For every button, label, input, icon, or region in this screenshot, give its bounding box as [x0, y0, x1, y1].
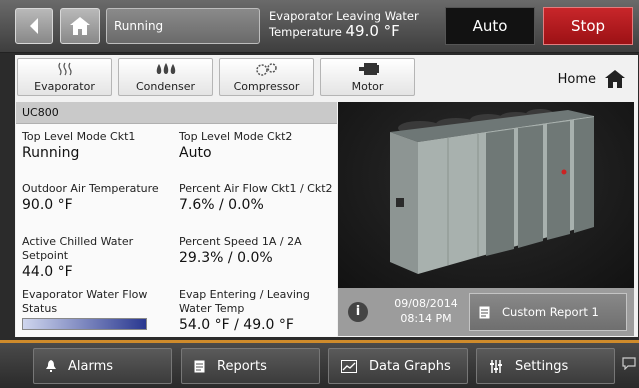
- bottom-nav-bar: Alarms Reports Data Graphs Settings: [0, 340, 639, 388]
- home-link[interactable]: Home: [558, 69, 626, 89]
- back-button[interactable]: [15, 8, 53, 44]
- home-icon: [70, 17, 90, 35]
- tab-evaporator-label: Evaporator: [34, 79, 95, 93]
- alarms-label: Alarms: [68, 358, 114, 374]
- home-icon: [605, 70, 625, 88]
- flow-status-bar: [22, 318, 147, 330]
- reports-label: Reports: [217, 358, 267, 374]
- percent-speed-value: 29.3% / 0.0%: [179, 250, 273, 266]
- outdoor-air-temp: Outdoor Air Temperature 90.0 °F: [22, 182, 159, 214]
- unit-status-field: Running: [106, 8, 260, 44]
- mode-ckt2: Top Level Mode Ckt2 Auto: [179, 130, 292, 162]
- setpoint-value: 44.0 °F: [22, 264, 73, 280]
- tab-evaporator[interactable]: Evaporator: [17, 58, 112, 96]
- evap-temp-label-line1: Evap Entering / Leaving: [179, 288, 310, 301]
- mode-ckt1-value: Running: [22, 145, 80, 161]
- setpoint-label-line2: Setpoint: [22, 249, 69, 262]
- droplets-icon: [155, 62, 177, 78]
- tab-condenser[interactable]: Condenser: [118, 58, 213, 96]
- line-graph-icon: [341, 359, 357, 373]
- settings-label: Settings: [515, 358, 569, 374]
- evap-temp-label: Temperature: [269, 25, 342, 39]
- chiller-unit-graphic: [390, 109, 594, 274]
- evap-water-flow: Evaporator Water Flow Status: [22, 288, 147, 316]
- date-text: 09/08/2014: [394, 297, 458, 310]
- setpoint-label-line1: Active Chilled Water: [22, 235, 134, 248]
- data-graphs-button[interactable]: Data Graphs: [328, 348, 468, 384]
- evap-temp-label-line2: Water Temp: [179, 302, 245, 315]
- tab-compressor[interactable]: Compressor: [219, 58, 314, 96]
- heat-waves-icon: [57, 62, 73, 78]
- mode-ckt2-value: Auto: [179, 145, 212, 161]
- settings-sliders-icon: [490, 359, 502, 373]
- evaporator-leaving-water-readout: Evaporator Leaving Water Temperature 49.…: [269, 9, 439, 40]
- chat-bubble-icon[interactable]: [622, 357, 636, 374]
- date-time: 09/08/2014 08:14 PM: [376, 296, 476, 326]
- percent-speed-label: Percent Speed 1A / 2A: [179, 235, 302, 248]
- tab-motor-label: Motor: [351, 79, 384, 93]
- motor-icon: [356, 62, 380, 78]
- flow-label-line2: Status: [22, 302, 58, 315]
- air-flow-value: 7.6% / 0.0%: [179, 197, 264, 213]
- bell-icon: [46, 360, 56, 372]
- chilled-water-setpoint: Active Chilled Water Setpoint 44.0 °F: [22, 235, 133, 281]
- tab-motor[interactable]: Motor: [320, 58, 415, 96]
- unit-status-text: Running: [114, 19, 164, 33]
- info-icon[interactable]: i: [348, 302, 368, 322]
- home-link-label: Home: [557, 71, 596, 87]
- time-text: 08:14 PM: [400, 312, 452, 325]
- back-arrow-icon: [30, 18, 38, 34]
- stop-button[interactable]: Stop: [543, 7, 633, 45]
- report-document-icon: [479, 306, 490, 318]
- tab-compressor-label: Compressor: [233, 79, 300, 93]
- controller-header: UC800: [16, 102, 337, 124]
- mode-ckt1-label: Top Level Mode Ckt1: [22, 130, 136, 143]
- status-panel: Top Level Mode Ckt1 Running Top Level Mo…: [16, 124, 337, 337]
- alarms-button[interactable]: Alarms: [33, 348, 172, 384]
- settings-button[interactable]: Settings: [476, 348, 615, 384]
- mode-ckt2-label: Top Level Mode Ckt2: [179, 130, 293, 143]
- evap-temp-value: 49.0 °F: [345, 22, 400, 40]
- evap-water-temp: Evap Entering / Leaving Water Temp 54.0 …: [179, 288, 310, 334]
- top-bar: Running Evaporator Leaving Water Tempera…: [0, 0, 639, 53]
- info-bar: i 09/08/2014 08:14 PM Custom Report 1: [338, 288, 634, 336]
- percent-speed: Percent Speed 1A / 2A 29.3% / 0.0%: [179, 235, 302, 267]
- air-flow-label: Percent Air Flow Ckt1 / Ckt2: [179, 182, 333, 195]
- outdoor-air-temp-value: 90.0 °F: [22, 197, 73, 213]
- tab-condenser-label: Condenser: [135, 79, 196, 93]
- chiller-image: [338, 102, 634, 288]
- air-flow: Percent Air Flow Ckt1 / Ckt2 7.6% / 0.0%: [179, 182, 333, 214]
- evap-water-temp-value: 54.0 °F / 49.0 °F: [179, 317, 294, 333]
- data-graphs-label: Data Graphs: [369, 358, 451, 374]
- mode-ckt1: Top Level Mode Ckt1 Running: [22, 130, 135, 162]
- reports-button[interactable]: Reports: [181, 348, 320, 384]
- report-document-icon: [194, 360, 205, 372]
- auto-button[interactable]: Auto: [445, 7, 535, 45]
- custom-report-label: Custom Report 1: [502, 305, 599, 319]
- gears-icon: [254, 62, 280, 78]
- outdoor-air-temp-label: Outdoor Air Temperature: [22, 182, 159, 195]
- custom-report-button[interactable]: Custom Report 1: [469, 293, 627, 331]
- flow-label-line1: Evaporator Water Flow: [22, 288, 148, 301]
- home-button[interactable]: [60, 8, 100, 44]
- main-panel: Evaporator Condenser Compressor Motor Ho…: [15, 55, 638, 337]
